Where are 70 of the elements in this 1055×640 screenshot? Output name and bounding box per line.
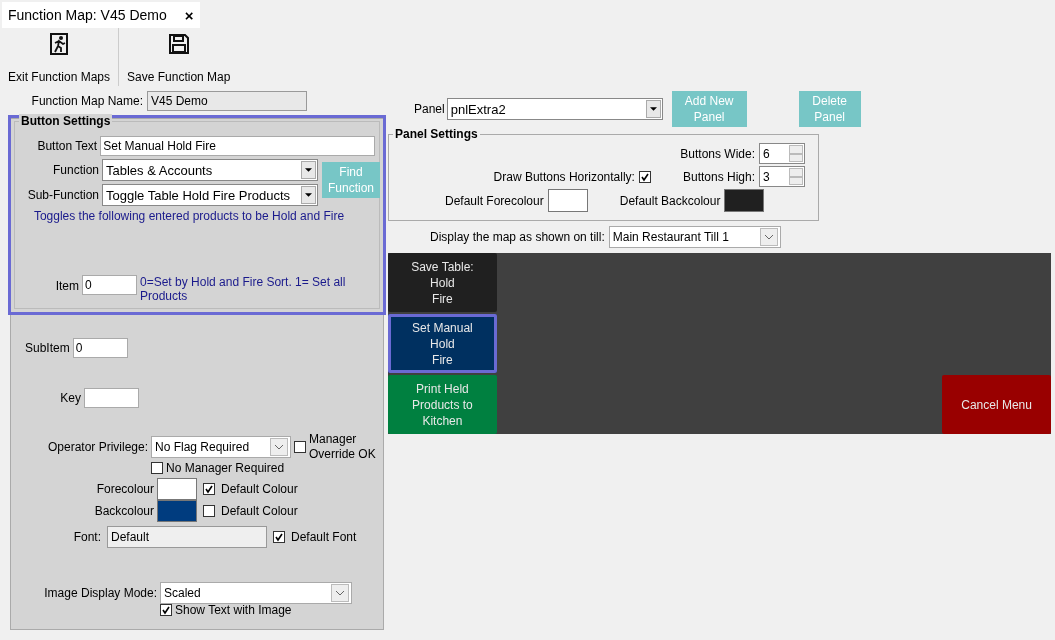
colour-swatch[interactable] (724, 189, 765, 212)
checkbox[interactable] (294, 441, 306, 453)
sub-function-dropdown[interactable]: Toggle Table Hold Fire Products (102, 184, 318, 206)
panel-dropdown[interactable]: pnlExtra2 (446, 98, 663, 120)
field-label: Forecolour (95, 482, 154, 496)
document-tab[interactable]: Function Map: V45 Demo × (2, 2, 200, 28)
dropdown-arrow-icon (305, 193, 312, 197)
checkbox[interactable] (203, 483, 215, 495)
group-title: Button Settings (19, 114, 113, 128)
checkbox-label: Show Text with Image (175, 603, 292, 617)
image-mode-dropdown[interactable]: Scaled (160, 582, 352, 604)
item-field[interactable]: 0 (82, 275, 137, 295)
button-text-field[interactable]: Set Manual Hold Fire (100, 136, 375, 156)
chevron-down-icon (336, 590, 344, 596)
field-label: Buttons High: (682, 169, 755, 184)
item-hint: 0=Set by Hold and Fire Sort. 1= Set all Products (140, 275, 347, 303)
colour-swatch[interactable] (157, 500, 197, 522)
toolbar-button[interactable]: Exit Function Maps (4, 28, 115, 86)
map-button[interactable]: Set Manual Hold Fire (388, 314, 497, 373)
buttons-wide-spinner[interactable]: 6 (759, 143, 805, 164)
field-label: SubItem (24, 341, 70, 355)
checkbox-label: Default Font (291, 530, 357, 544)
buttons-high-spinner[interactable]: 3 (759, 166, 805, 187)
field-label: Default Backcolour (619, 193, 721, 208)
field-label: Sub-Function (26, 188, 99, 202)
checkbox-label: No Manager Required (166, 461, 285, 475)
tab-title: Function Map: V45 Demo (8, 7, 167, 23)
chevron-down-icon (275, 444, 283, 450)
checkbox[interactable] (273, 531, 285, 543)
field-label: Font: (72, 530, 101, 544)
privilege-dropdown[interactable]: No Flag Required (151, 436, 291, 458)
dropdown-arrow-icon (305, 168, 312, 172)
checkbox[interactable] (160, 604, 172, 616)
field-label: Backcolour (93, 504, 154, 518)
font-field[interactable]: Default (107, 526, 267, 548)
field-label: Key (59, 391, 81, 405)
toolbar-button[interactable]: Save Function Map (123, 28, 235, 86)
field-label: Default Forecolour (445, 193, 544, 208)
group-title: Panel Settings (393, 127, 480, 141)
field-label: Panel (414, 102, 445, 116)
map-button[interactable]: Print Held Products to Kitchen (388, 375, 497, 434)
checkbox-label: Manager Override OK (309, 432, 377, 462)
map-button[interactable]: Save Table: Hold Fire (388, 253, 497, 312)
field-label: Function (51, 163, 99, 177)
colour-swatch[interactable] (547, 189, 588, 212)
colour-swatch[interactable] (157, 478, 197, 500)
map-button[interactable]: Cancel Menu (942, 375, 1051, 434)
checkbox[interactable] (203, 505, 215, 517)
chevron-down-icon (764, 234, 773, 240)
field-label: Buttons Wide: (680, 146, 755, 161)
field-label: Display the map as shown on till: (430, 230, 605, 244)
checkbox-label: Default Colour (221, 504, 298, 518)
field-label: Button Text (36, 139, 98, 153)
close-icon[interactable]: × (184, 6, 194, 24)
checkbox[interactable] (638, 170, 651, 183)
function-description: Toggles the following entered products to be Hold and Fire (32, 209, 346, 223)
running-figure-icon (47, 32, 71, 56)
checkbox-label: Default Colour (221, 482, 298, 496)
function-dropdown[interactable]: Tables & Accounts (102, 159, 318, 181)
till-dropdown[interactable]: Main Restaurant Till 1 (608, 226, 781, 248)
map-name-field[interactable]: V45 Demo (147, 91, 307, 111)
field-label: Image Display Mode: (43, 586, 157, 600)
dropdown-arrow-icon (649, 107, 657, 111)
field-label: Item (54, 279, 79, 293)
checkbox-label: Draw Buttons Horizontally: (493, 169, 635, 184)
checkbox[interactable] (151, 462, 163, 474)
field-label: Operator Privilege: (46, 440, 148, 454)
key-field[interactable] (84, 388, 139, 408)
field-label: Function Map Name: (31, 94, 143, 108)
subitem-field[interactable]: 0 (72, 338, 128, 358)
